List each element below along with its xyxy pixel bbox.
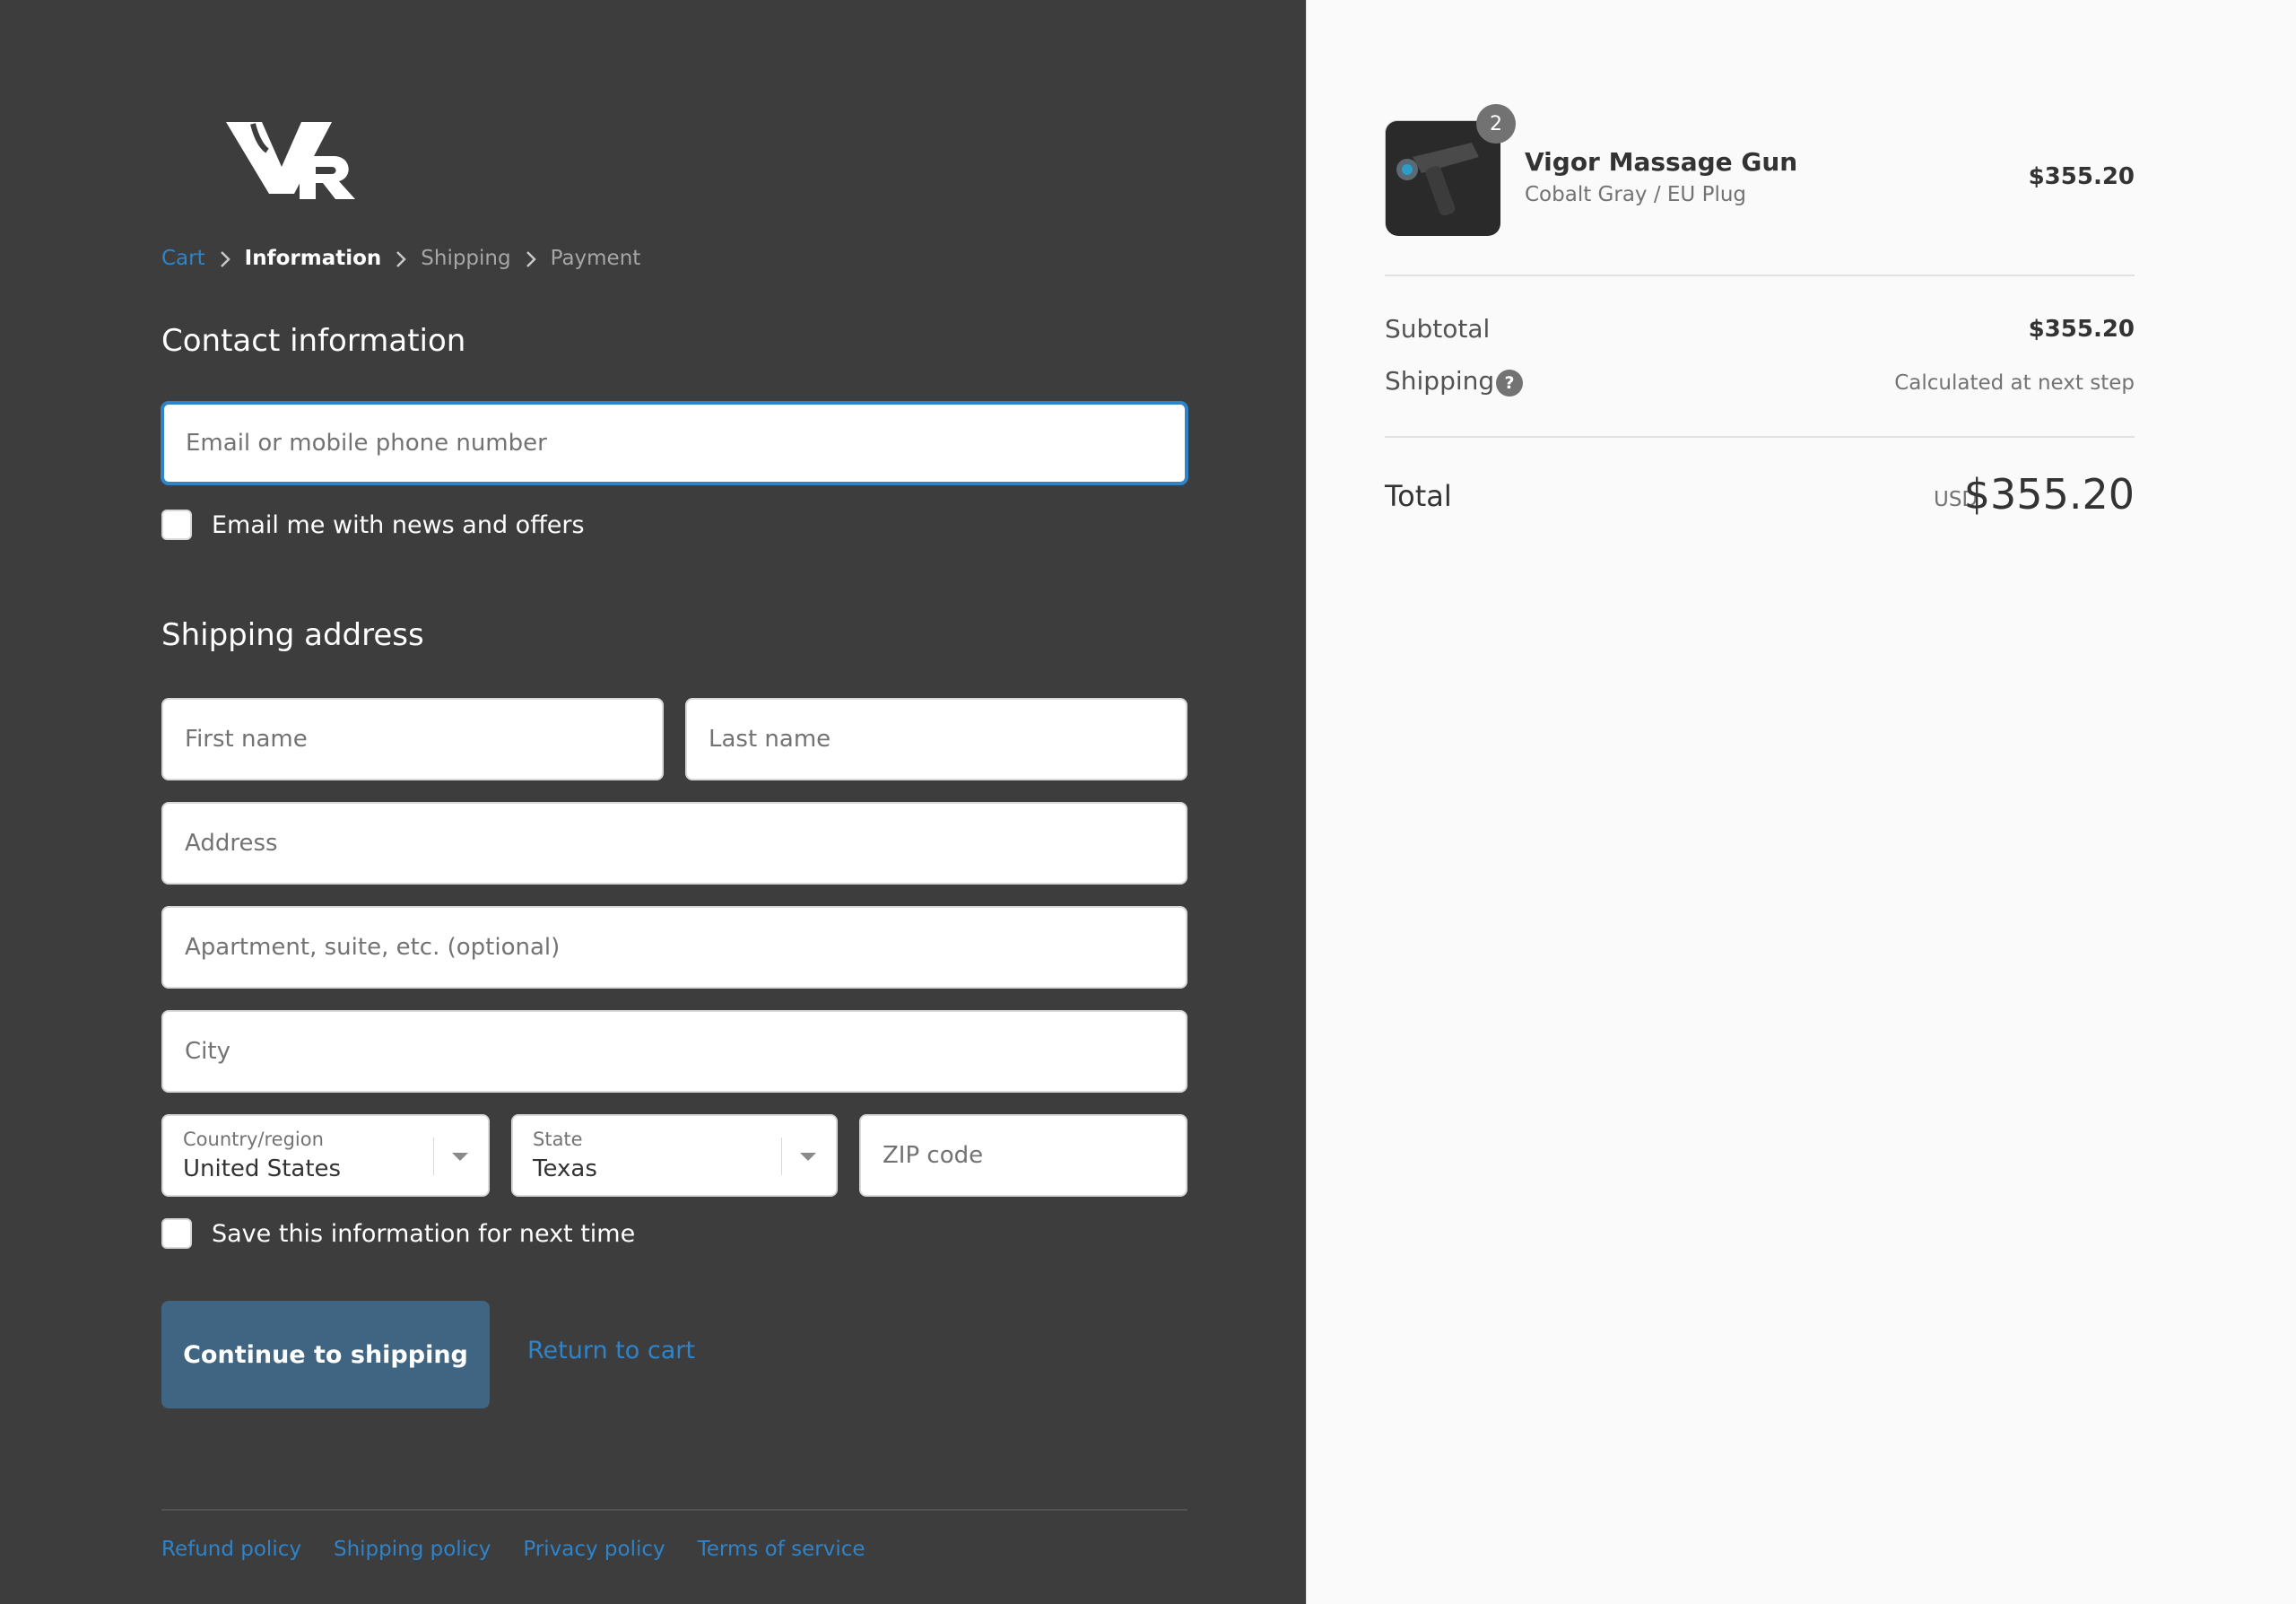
apartment-field[interactable] <box>161 906 1187 989</box>
select-divider <box>433 1138 434 1175</box>
help-icon[interactable]: ? <box>1496 370 1523 397</box>
total-label: Total <box>1385 479 1452 513</box>
apartment-input[interactable] <box>163 908 1186 987</box>
shipping-policy-link[interactable]: Shipping policy <box>334 1538 491 1561</box>
country-select[interactable]: Country/region United States <box>161 1114 490 1197</box>
save-info-label: Save this information for next time <box>212 1219 636 1248</box>
first-name-field[interactable] <box>161 698 664 780</box>
email-field[interactable] <box>161 402 1187 484</box>
chevron-down-icon <box>798 1150 818 1167</box>
state-value: Texas <box>533 1155 597 1182</box>
total-amount: $355.20 <box>1963 470 2135 519</box>
last-name-field[interactable] <box>685 698 1187 780</box>
state-label: State <box>533 1129 583 1150</box>
save-info-checkbox-row[interactable]: Save this information for next time <box>161 1218 635 1249</box>
city-field[interactable] <box>161 1010 1187 1093</box>
save-info-checkbox[interactable] <box>161 1218 192 1249</box>
email-input[interactable] <box>164 405 1185 482</box>
zip-field[interactable] <box>859 1114 1187 1197</box>
terms-of-service-link[interactable]: Terms of service <box>698 1538 865 1561</box>
chevron-right-icon <box>511 247 551 270</box>
return-to-cart-link[interactable]: Return to cart <box>527 1337 695 1364</box>
country-label: Country/region <box>183 1129 324 1150</box>
chevron-right-icon <box>205 247 245 270</box>
breadcrumb-shipping: Shipping <box>421 247 511 270</box>
state-select[interactable]: State Texas <box>511 1114 838 1197</box>
shipping-value: Calculated at next step <box>1894 371 2135 395</box>
privacy-policy-link[interactable]: Privacy policy <box>523 1538 665 1561</box>
shipping-label: Shipping <box>1385 366 1495 396</box>
address-field[interactable] <box>161 802 1187 885</box>
product-price: $355.20 <box>2028 163 2135 190</box>
select-divider <box>781 1138 782 1175</box>
chevron-down-icon <box>450 1150 470 1167</box>
contact-heading: Contact information <box>161 323 466 359</box>
subtotal-value: $355.20 <box>2028 316 2135 343</box>
address-input[interactable] <box>163 804 1186 883</box>
chevron-right-icon <box>381 247 421 270</box>
summary-divider <box>1385 275 2135 276</box>
footer-divider <box>161 1509 1187 1511</box>
continue-to-shipping-button[interactable]: Continue to shipping <box>161 1301 490 1408</box>
country-value: United States <box>183 1155 342 1182</box>
footer-links: Refund policy Shipping policy Privacy po… <box>161 1538 865 1561</box>
checkout-main-panel: Cart Information Shipping Payment Contac… <box>0 0 1306 1604</box>
quantity-badge: 2 <box>1476 104 1516 144</box>
last-name-input[interactable] <box>687 700 1186 779</box>
breadcrumb: Cart Information Shipping Payment <box>161 242 640 275</box>
city-input[interactable] <box>163 1012 1186 1091</box>
newsletter-checkbox[interactable] <box>161 510 192 540</box>
breadcrumb-payment: Payment <box>550 247 641 270</box>
brand-logo[interactable] <box>226 115 361 199</box>
refund-policy-link[interactable]: Refund policy <box>161 1538 301 1561</box>
subtotal-label: Subtotal <box>1385 314 1491 344</box>
breadcrumb-information: Information <box>244 247 382 270</box>
breadcrumb-cart-link[interactable]: Cart <box>161 247 205 270</box>
order-summary-panel <box>1306 0 2296 1604</box>
shipping-heading: Shipping address <box>161 617 424 653</box>
product-name: Vigor Massage Gun <box>1525 147 1798 177</box>
newsletter-checkbox-row[interactable]: Email me with news and offers <box>161 510 585 540</box>
newsletter-label: Email me with news and offers <box>212 510 585 539</box>
zip-input[interactable] <box>861 1116 1186 1195</box>
first-name-input[interactable] <box>163 700 662 779</box>
summary-divider <box>1385 436 2135 438</box>
product-variant: Cobalt Gray / EU Plug <box>1525 183 1747 206</box>
